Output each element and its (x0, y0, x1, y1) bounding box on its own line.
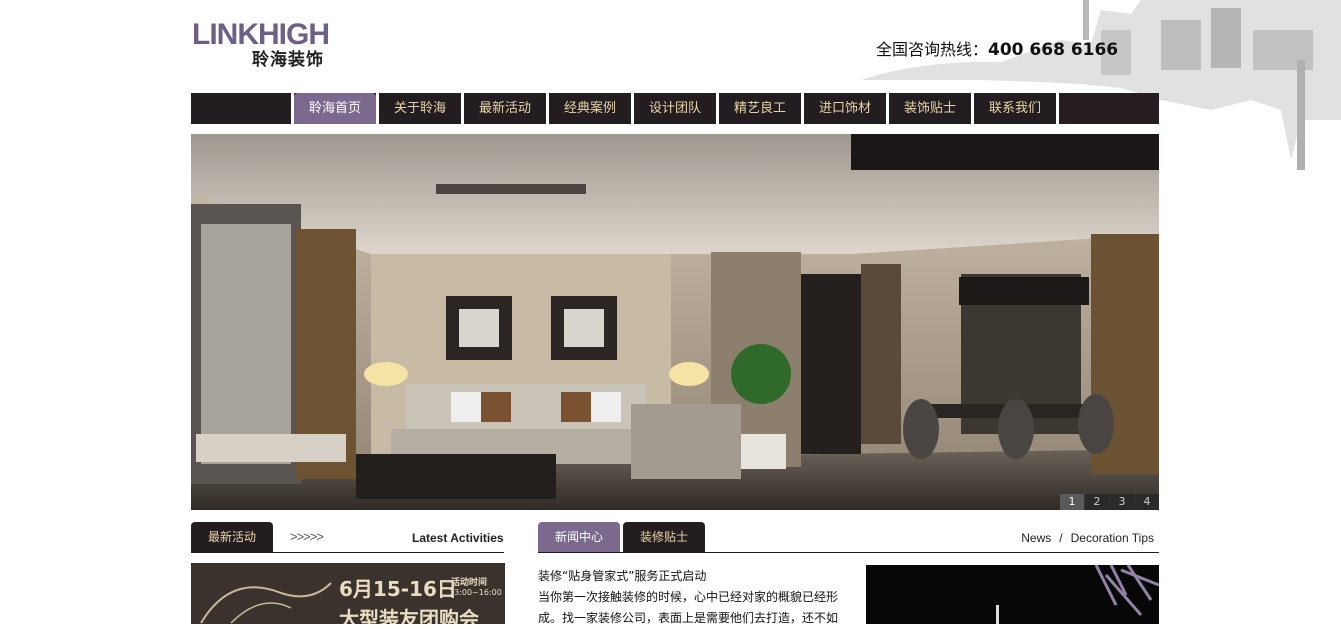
news-article: 装修“贴身管家式”服务正式启动 当你第一次接触装修的时候，心中已经对家的概貌已经… (538, 566, 854, 629)
news-image[interactable] (866, 565, 1159, 624)
latest-activities-title: Latest Activities (412, 531, 504, 545)
decoration-tips-link[interactable]: Decoration Tips (1071, 531, 1154, 545)
logo-chinese: 聆海装饰 (252, 50, 324, 69)
tab-latest-activities[interactable]: 最新活动 (191, 522, 273, 553)
hero-banner[interactable]: 1 2 3 4 (191, 134, 1159, 510)
news-links: News / Decoration Tips (1017, 531, 1158, 545)
tab-decoration-tips[interactable]: 装修贴士 (623, 522, 705, 553)
tab-news-center[interactable]: 新闻中心 (538, 522, 620, 553)
living-room-photo (191, 134, 1159, 510)
promo-headline: 大型装友团购会 (339, 607, 479, 624)
nav-item-about[interactable]: 关于聆海 (379, 93, 461, 124)
nav-item-contact[interactable]: 联系我们 (974, 93, 1056, 124)
article-excerpt-line: 当你第一次接触装修的时候，心中已经对家的概貌已经形 (538, 590, 839, 604)
banner-pagination: 1 2 3 4 (1060, 494, 1159, 510)
nav-item-tips[interactable]: 装饰贴士 (889, 93, 971, 124)
activity-promo-image[interactable]: 6月15-16日 活动时间 13:00~16:00 大型装友团购会 (191, 563, 505, 624)
nav-item-imported-materials[interactable]: 进口饰材 (804, 93, 886, 124)
banner-page-3[interactable]: 3 (1110, 494, 1134, 510)
logo-english: LINKHIGH (192, 18, 330, 51)
logo[interactable]: LINKHIGH 聆海装饰 (192, 16, 352, 72)
hotline-label: 全国咨询热线： (876, 40, 989, 59)
nav-item-design-team[interactable]: 设计团队 (634, 93, 716, 124)
banner-page-1[interactable]: 1 (1060, 494, 1084, 510)
news-link[interactable]: News (1021, 531, 1051, 545)
nav-separator (1056, 93, 1059, 124)
hotline: 全国咨询热线：400 668 6166 (876, 39, 1118, 61)
nav-item-cases[interactable]: 经典案例 (549, 93, 631, 124)
crystal-decoration-photo (866, 565, 1159, 624)
promo-date: 6月15-16日 (339, 577, 457, 601)
banner-page-2[interactable]: 2 (1085, 494, 1109, 510)
main-nav: 聆海首页 关于聆海 最新活动 经典案例 设计团队 精艺良工 进口饰材 装饰贴士 … (191, 93, 1159, 124)
arrows-decoration: >>>>> (290, 529, 324, 544)
nav-item-activities[interactable]: 最新活动 (464, 93, 546, 124)
section-divider (191, 552, 504, 553)
section-divider (538, 552, 1159, 553)
article-title[interactable]: 装修“贴身管家式”服务正式启动 (538, 566, 854, 587)
nav-left-spacer (191, 93, 294, 124)
article-excerpt-line: 成。找一家装修公司，表面上是需要他们去打造，还不如 (538, 611, 839, 625)
banner-page-4[interactable]: 4 (1135, 494, 1159, 510)
link-separator: / (1059, 531, 1063, 545)
nav-item-craftsmen[interactable]: 精艺良工 (719, 93, 801, 124)
hotline-number: 400 668 6166 (988, 40, 1119, 60)
promo-time: 13:00~16:00 (449, 588, 502, 597)
promo-time-label: 活动时间 (451, 578, 488, 588)
nav-item-home[interactable]: 聆海首页 (294, 93, 376, 124)
